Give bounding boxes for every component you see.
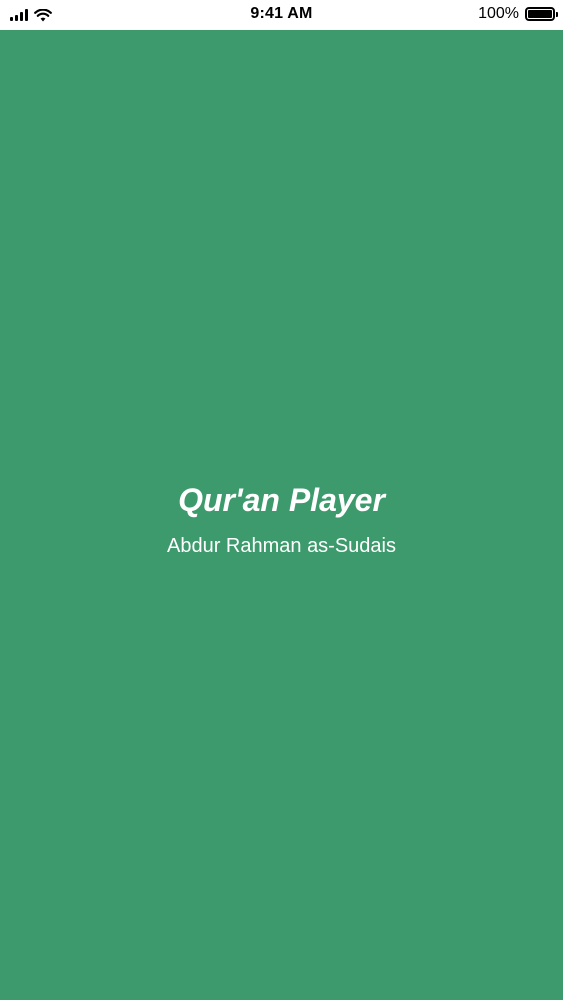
- battery-percentage: 100%: [478, 5, 519, 22]
- status-right: 100%: [478, 5, 558, 23]
- splash-content: Qur'an Player Abdur Rahman as-Sudais: [0, 478, 563, 558]
- app-title: Qur'an Player: [178, 482, 385, 518]
- battery-icon: [525, 7, 558, 21]
- status-bar: 9:41 AM 100%: [0, 0, 563, 30]
- reciter-name: Abdur Rahman as-Sudais: [166, 535, 396, 557]
